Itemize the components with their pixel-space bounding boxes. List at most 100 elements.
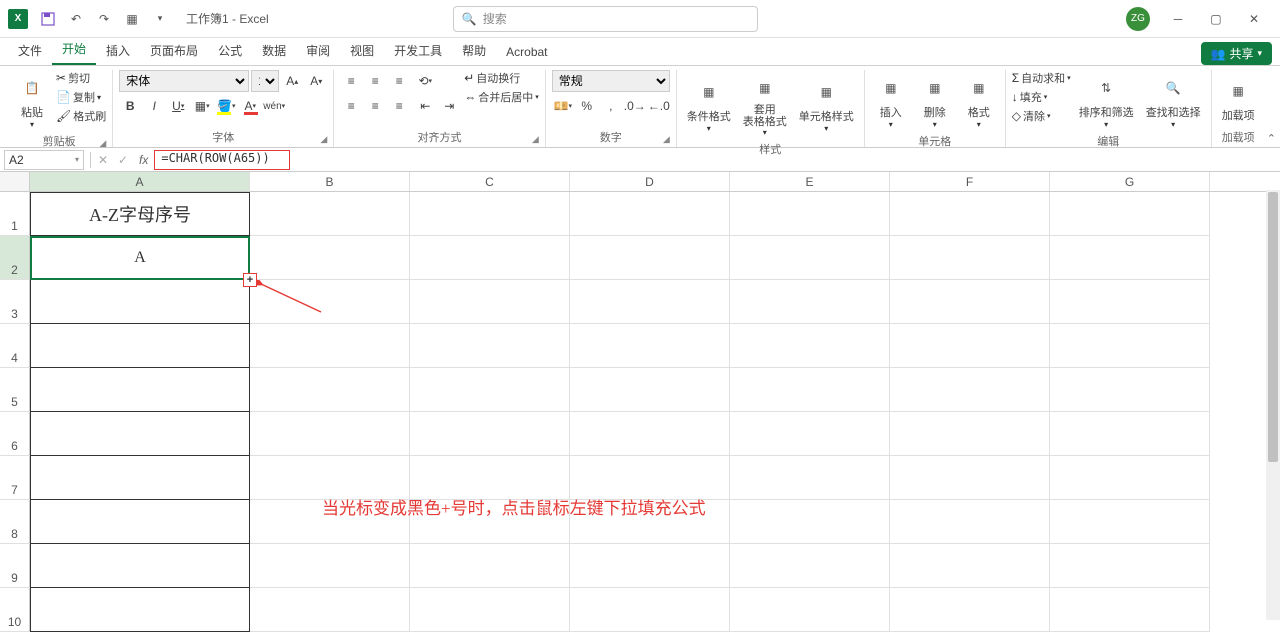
- insert-cells-button[interactable]: ▦插入▾: [871, 70, 911, 131]
- cell-A5[interactable]: [30, 368, 250, 412]
- underline-button[interactable]: U▾: [167, 95, 189, 117]
- maximize-button[interactable]: ▢: [1206, 9, 1226, 29]
- decrease-decimal-button[interactable]: ←.0: [648, 95, 670, 117]
- align-middle-button[interactable]: ≡: [364, 70, 386, 92]
- scrollbar-thumb[interactable]: [1268, 192, 1278, 462]
- cell[interactable]: [570, 324, 730, 368]
- delete-cells-button[interactable]: ▦删除▾: [915, 70, 955, 131]
- tab-insert[interactable]: 插入: [96, 36, 140, 65]
- minimize-button[interactable]: ─: [1168, 9, 1188, 29]
- cell-A2[interactable]: A: [30, 236, 250, 280]
- cell[interactable]: [410, 280, 570, 324]
- cell[interactable]: [890, 412, 1050, 456]
- row-header-8[interactable]: 8: [0, 500, 30, 544]
- increase-font-button[interactable]: A▴: [281, 70, 303, 92]
- cell-style-button[interactable]: ▦单元格样式▾: [795, 70, 858, 139]
- cell[interactable]: [890, 368, 1050, 412]
- currency-button[interactable]: 💴▾: [552, 95, 574, 117]
- border-button[interactable]: ▦▾: [191, 95, 213, 117]
- enter-formula-button[interactable]: ✓: [113, 150, 133, 170]
- row-header-1[interactable]: 1: [0, 192, 30, 236]
- qat-dropdown-icon[interactable]: ▾: [148, 7, 172, 31]
- orientation-button[interactable]: ⟲▾: [414, 70, 436, 92]
- undo-icon[interactable]: ↶: [64, 7, 88, 31]
- qat-customize-icon[interactable]: ▦: [120, 7, 144, 31]
- row-header-6[interactable]: 6: [0, 412, 30, 456]
- column-header-D[interactable]: D: [570, 172, 730, 191]
- row-header-10[interactable]: 10: [0, 588, 30, 632]
- format-painter-button[interactable]: 🖌格式刷: [56, 108, 106, 124]
- cell-A7[interactable]: [30, 456, 250, 500]
- cell[interactable]: [730, 544, 890, 588]
- cell-F2[interactable]: [890, 236, 1050, 280]
- cell[interactable]: [730, 588, 890, 632]
- cell-B2[interactable]: [250, 236, 410, 280]
- cell-A4[interactable]: [30, 324, 250, 368]
- number-format-select[interactable]: 常规: [552, 70, 670, 92]
- cell[interactable]: [730, 368, 890, 412]
- format-cells-button[interactable]: ▦格式▾: [959, 70, 999, 131]
- tab-file[interactable]: 文件: [8, 36, 52, 65]
- cell-A1[interactable]: A-Z字母序号: [30, 192, 250, 236]
- cell[interactable]: [250, 588, 410, 632]
- cell[interactable]: [250, 412, 410, 456]
- font-color-button[interactable]: A▾: [239, 95, 261, 117]
- close-button[interactable]: ✕: [1244, 9, 1264, 29]
- fill-color-button[interactable]: 🪣▾: [215, 95, 237, 117]
- cancel-formula-button[interactable]: ✕: [93, 150, 113, 170]
- row-header-5[interactable]: 5: [0, 368, 30, 412]
- cell[interactable]: [730, 456, 890, 500]
- spreadsheet-grid[interactable]: 1 A-Z字母序号 2 A 3 4 5 6 7 8 9 10 +: [0, 192, 1280, 637]
- cell[interactable]: [410, 588, 570, 632]
- align-left-button[interactable]: ≡: [340, 95, 362, 117]
- cell[interactable]: [890, 500, 1050, 544]
- fill-handle[interactable]: +: [243, 273, 257, 287]
- dialog-launcher-icon[interactable]: ◢: [663, 134, 670, 145]
- tab-data[interactable]: 数据: [252, 36, 296, 65]
- align-center-button[interactable]: ≡: [364, 95, 386, 117]
- column-header-E[interactable]: E: [730, 172, 890, 191]
- cell-D2[interactable]: [570, 236, 730, 280]
- cell[interactable]: [250, 368, 410, 412]
- cell[interactable]: [1050, 280, 1210, 324]
- cell-E2[interactable]: [730, 236, 890, 280]
- copy-button[interactable]: 📄复制▾: [56, 89, 106, 105]
- font-name-select[interactable]: 宋体: [119, 70, 249, 92]
- align-bottom-button[interactable]: ≡: [388, 70, 410, 92]
- row-header-3[interactable]: 3: [0, 280, 30, 324]
- vertical-scrollbar[interactable]: [1266, 190, 1280, 620]
- cell-C2[interactable]: [410, 236, 570, 280]
- cell-B1[interactable]: [250, 192, 410, 236]
- cell[interactable]: [250, 324, 410, 368]
- decrease-indent-button[interactable]: ⇤: [414, 95, 436, 117]
- name-box[interactable]: A2▾: [4, 150, 84, 170]
- redo-icon[interactable]: ↷: [92, 7, 116, 31]
- cell-F1[interactable]: [890, 192, 1050, 236]
- share-button[interactable]: 👥共享▾: [1201, 42, 1273, 65]
- cell-G1[interactable]: [1050, 192, 1210, 236]
- cell[interactable]: [890, 456, 1050, 500]
- cell-A10[interactable]: [30, 588, 250, 632]
- formula-input[interactable]: =CHAR(ROW(A65)): [154, 150, 290, 170]
- cell[interactable]: [570, 368, 730, 412]
- align-right-button[interactable]: ≡: [388, 95, 410, 117]
- dialog-launcher-icon[interactable]: ◢: [320, 134, 327, 145]
- cell[interactable]: [890, 544, 1050, 588]
- cell-G2[interactable]: [1050, 236, 1210, 280]
- cell[interactable]: [890, 280, 1050, 324]
- find-select-button[interactable]: 🔍查找和选择▾: [1142, 70, 1205, 131]
- cell[interactable]: [570, 412, 730, 456]
- column-header-C[interactable]: C: [410, 172, 570, 191]
- cell-D1[interactable]: [570, 192, 730, 236]
- fx-icon[interactable]: fx: [139, 153, 148, 167]
- chevron-down-icon[interactable]: ▾: [75, 155, 79, 164]
- cell[interactable]: [1050, 500, 1210, 544]
- select-all-corner[interactable]: [0, 172, 30, 191]
- cell[interactable]: [1050, 368, 1210, 412]
- cell-E1[interactable]: [730, 192, 890, 236]
- row-header-2[interactable]: 2: [0, 236, 30, 280]
- tab-review[interactable]: 审阅: [296, 36, 340, 65]
- cell-A8[interactable]: [30, 500, 250, 544]
- tab-view[interactable]: 视图: [340, 36, 384, 65]
- merge-button[interactable]: ⇔合并后居中▾: [464, 89, 539, 105]
